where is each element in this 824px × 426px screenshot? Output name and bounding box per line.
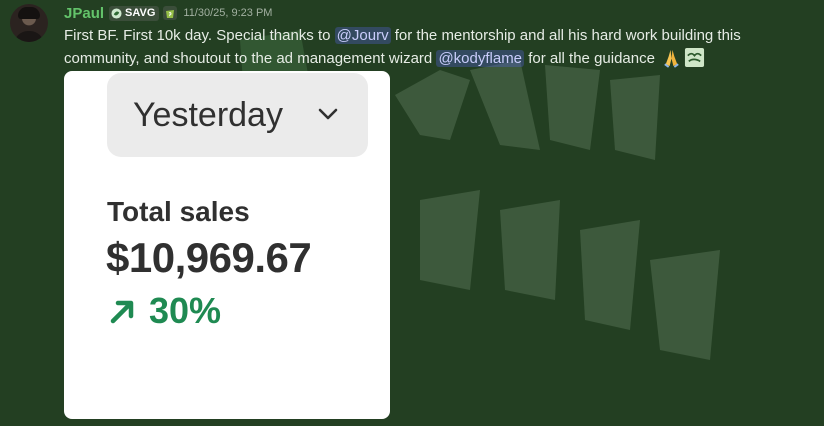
server-tag[interactable]: SAVG <box>109 5 160 21</box>
mention-jourv[interactable]: @Jourv <box>334 27 391 44</box>
chevron-down-icon <box>318 108 338 120</box>
tag-emblem-icon <box>111 7 122 19</box>
message-text: First BF. First 10k day. Special thanks … <box>64 27 335 44</box>
arrow-up-right-icon <box>110 300 134 324</box>
date-range-dropdown[interactable]: Yesterday <box>107 73 368 157</box>
change-percent: 30% <box>149 290 222 331</box>
avatar-shirt <box>14 31 44 42</box>
date-range-value: Yesterday <box>133 95 283 134</box>
total-sales-value: $10,969.67 <box>106 234 312 281</box>
avatar[interactable] <box>10 4 48 42</box>
custom-sticker-icon[interactable] <box>684 47 705 68</box>
message-content: First BF. First 10k day. Special thanks … <box>64 25 804 69</box>
sales-change: 30% <box>107 290 221 332</box>
timestamp: 11/30/25, 9:23 PM <box>183 7 273 19</box>
shopify-icon <box>163 6 178 20</box>
sales-screenshot-attachment[interactable]: Yesterday Total sales $10,969.67 30% <box>64 71 390 419</box>
message-text: for all the guidance <box>524 49 660 67</box>
mention-kodyflame[interactable]: @kodyflame <box>436 49 525 67</box>
avatar-hair <box>18 7 40 19</box>
username[interactable]: JPaul <box>64 5 104 22</box>
total-sales-label: Total sales <box>107 196 250 227</box>
server-tag-label: SAVG <box>125 7 156 19</box>
folded-hands-icon[interactable] <box>661 47 682 68</box>
message-header: JPaul SAVG 11/30/25, 9:23 PM <box>64 4 272 22</box>
